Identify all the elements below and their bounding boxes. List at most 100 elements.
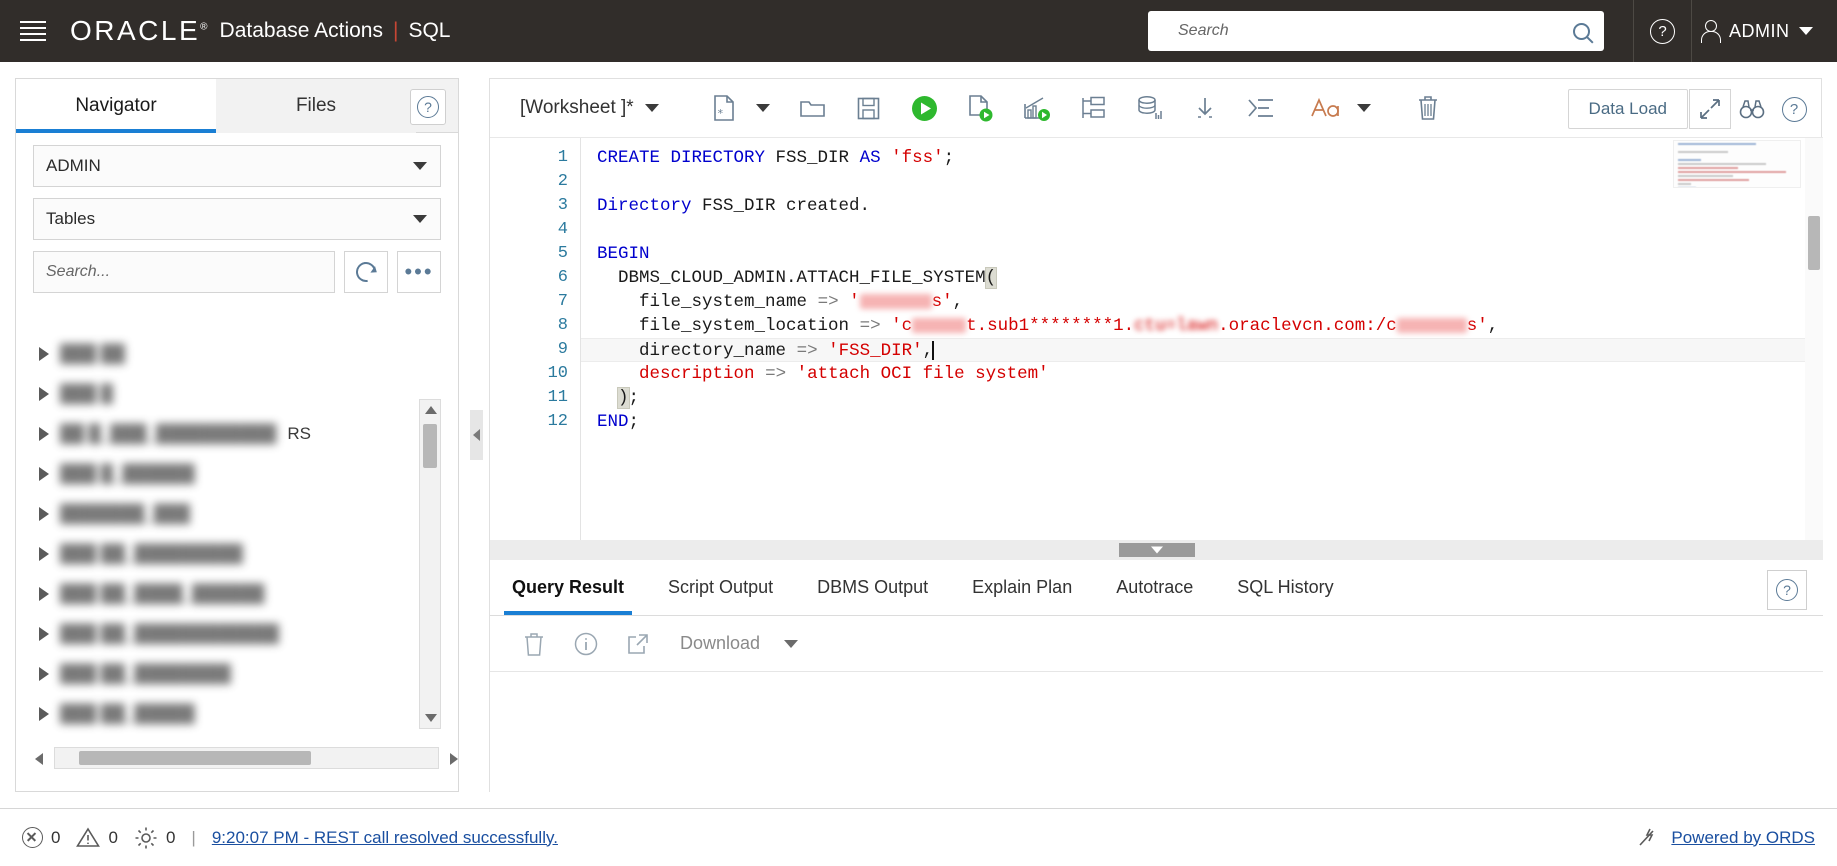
worksheet-name-chevron-down-icon[interactable] [644,104,659,112]
line-number: 5 [557,244,568,263]
warning-count: 0 [108,827,118,847]
results-info-button[interactable] [566,624,606,664]
help-circle-icon: ? [1781,96,1807,122]
tree-item[interactable]: ███████_███ [33,494,443,534]
tree-item[interactable]: ███ ██ [33,334,443,374]
worksheet-help-button[interactable]: ? [1773,88,1815,130]
open-in-new-button[interactable] [618,624,658,664]
code-editor[interactable]: 1 2 3 4 5 6 7 8 9 10 11 12 CREATE DIRECT… [490,137,1823,540]
new-worksheet-button[interactable]: * [703,87,745,129]
navigator-search-input[interactable] [33,251,335,293]
scroll-right-icon[interactable] [450,753,458,765]
product-title: Database Actions [219,19,383,42]
warning-status[interactable]: 0 [76,827,118,848]
data-load-button[interactable]: Data Load [1567,89,1688,129]
refresh-button[interactable] [344,251,388,293]
new-worksheet-chevron-down-icon[interactable] [755,104,770,112]
run-statement-button[interactable] [904,87,946,129]
clear-results-button[interactable] [514,624,554,664]
save-button[interactable] [848,87,890,129]
download-results-label[interactable]: Download [680,633,760,654]
tab-autotrace[interactable]: Autotrace [1094,559,1215,615]
code-content[interactable]: CREATE DIRECTORY FSS_DIR AS 'fss'; Direc… [580,138,1823,540]
run-script-button[interactable] [960,87,1002,129]
scroll-left-icon[interactable] [35,753,43,765]
expand-triangle-icon[interactable] [39,427,49,441]
expand-triangle-icon[interactable] [39,627,49,641]
explain-plan-button[interactable] [1016,87,1058,129]
tab-sql-history[interactable]: SQL History [1215,559,1355,615]
sql-tuning-advisor-button[interactable] [1128,87,1170,129]
navigator-help-button[interactable]: ? [410,89,446,125]
tab-files[interactable]: Files [216,79,416,133]
code-line: DBMS_CLOUD_ADMIN.ATTACH_FILE_SYSTEM( [618,267,998,289]
scrollbar-thumb[interactable] [423,424,437,468]
expand-triangle-icon[interactable] [39,467,49,481]
open-in-new-icon [628,633,648,654]
download-button[interactable] [1184,87,1226,129]
expand-triangle-icon[interactable] [39,667,49,681]
error-status[interactable]: 0 [22,827,60,848]
settings-status[interactable]: 0 [134,826,175,850]
search-submit-button[interactable] [1558,11,1604,51]
expand-triangle-icon[interactable] [39,387,49,401]
expand-triangle-icon[interactable] [39,347,49,361]
header-help-button[interactable]: ? [1634,0,1691,62]
object-tree: ███ ██ ███ █ ██ █_███_██████████ RS ███ … [33,334,443,734]
powered-by-ords[interactable]: Powered by ORDS [1637,827,1815,849]
user-menu[interactable]: ADMIN [1700,0,1813,62]
format-sql-button[interactable] [1240,87,1282,129]
results-help-button[interactable]: ? [1767,570,1807,610]
tree-item-label: ███ ██_█████ [60,704,195,723]
tree-item[interactable]: ███ ██_████████ [33,654,443,694]
powered-by-ords-label[interactable]: Powered by ORDS [1671,828,1815,848]
expand-triangle-icon[interactable] [39,507,49,521]
tree-item[interactable]: ███ █_██████ [33,454,443,494]
global-search[interactable] [1148,11,1604,51]
expand-triangle-icon[interactable] [39,547,49,561]
tree-item[interactable]: ███ █ [33,374,443,414]
scroll-up-icon[interactable] [425,406,437,414]
tree-vertical-scrollbar[interactable] [419,399,441,729]
tree-item[interactable]: ███ ██_████████████ [33,614,443,654]
tree-item[interactable]: ███ ██_█████ [33,694,443,734]
hamburger-menu-icon[interactable] [20,21,46,41]
tree-item[interactable]: ██ █_███_██████████ RS [33,414,443,454]
tab-query-result-label: Query Result [512,576,625,597]
editor-vertical-scrollbar[interactable] [1805,138,1823,540]
tree-item[interactable]: ███ ██_█████████ [33,534,443,574]
scrollbar-thumb[interactable] [1808,216,1820,270]
tab-query-result[interactable]: Query Result [490,559,646,615]
schema-select[interactable]: ADMIN [33,145,441,187]
tab-dbms-output[interactable]: DBMS Output [795,559,950,615]
tree-item[interactable]: ███ ██_████_██████ [33,574,443,614]
font-size-chevron-down-icon[interactable] [1356,104,1371,112]
object-type-select[interactable]: Tables [33,198,441,240]
worksheet-name[interactable]: [Worksheet ]* [520,97,634,119]
status-message[interactable]: 9:20:07 PM - REST call resolved successf… [212,828,558,848]
expand-triangle-icon[interactable] [39,587,49,601]
autotrace-button[interactable] [1072,87,1114,129]
expand-worksheet-button[interactable] [1689,89,1731,129]
scrollbar-thumb[interactable] [79,751,311,765]
tab-explain-plan[interactable]: Explain Plan [950,559,1094,615]
tab-script-output[interactable]: Script Output [646,559,795,615]
refresh-icon [352,258,380,286]
line-number: 2 [557,172,568,191]
download-chevron-down-icon[interactable] [784,639,799,648]
more-options-button[interactable]: ••• [397,251,441,293]
tab-navigator[interactable]: Navigator [16,79,216,133]
find-button[interactable] [1731,88,1773,130]
search-input[interactable] [1148,11,1558,51]
expand-triangle-icon[interactable] [39,707,49,721]
editor-results-splitter[interactable] [490,540,1823,560]
clear-worksheet-button[interactable] [1407,87,1449,129]
tree-horizontal-scrollbar[interactable] [35,747,458,769]
code-minimap[interactable] [1673,140,1801,188]
font-size-button[interactable] [1304,87,1346,129]
open-file-button[interactable] [792,87,834,129]
scroll-down-icon[interactable] [425,714,437,722]
chevron-down-icon [413,215,427,223]
panel-splitter[interactable] [470,410,483,460]
splitter-grip[interactable] [1118,543,1195,557]
